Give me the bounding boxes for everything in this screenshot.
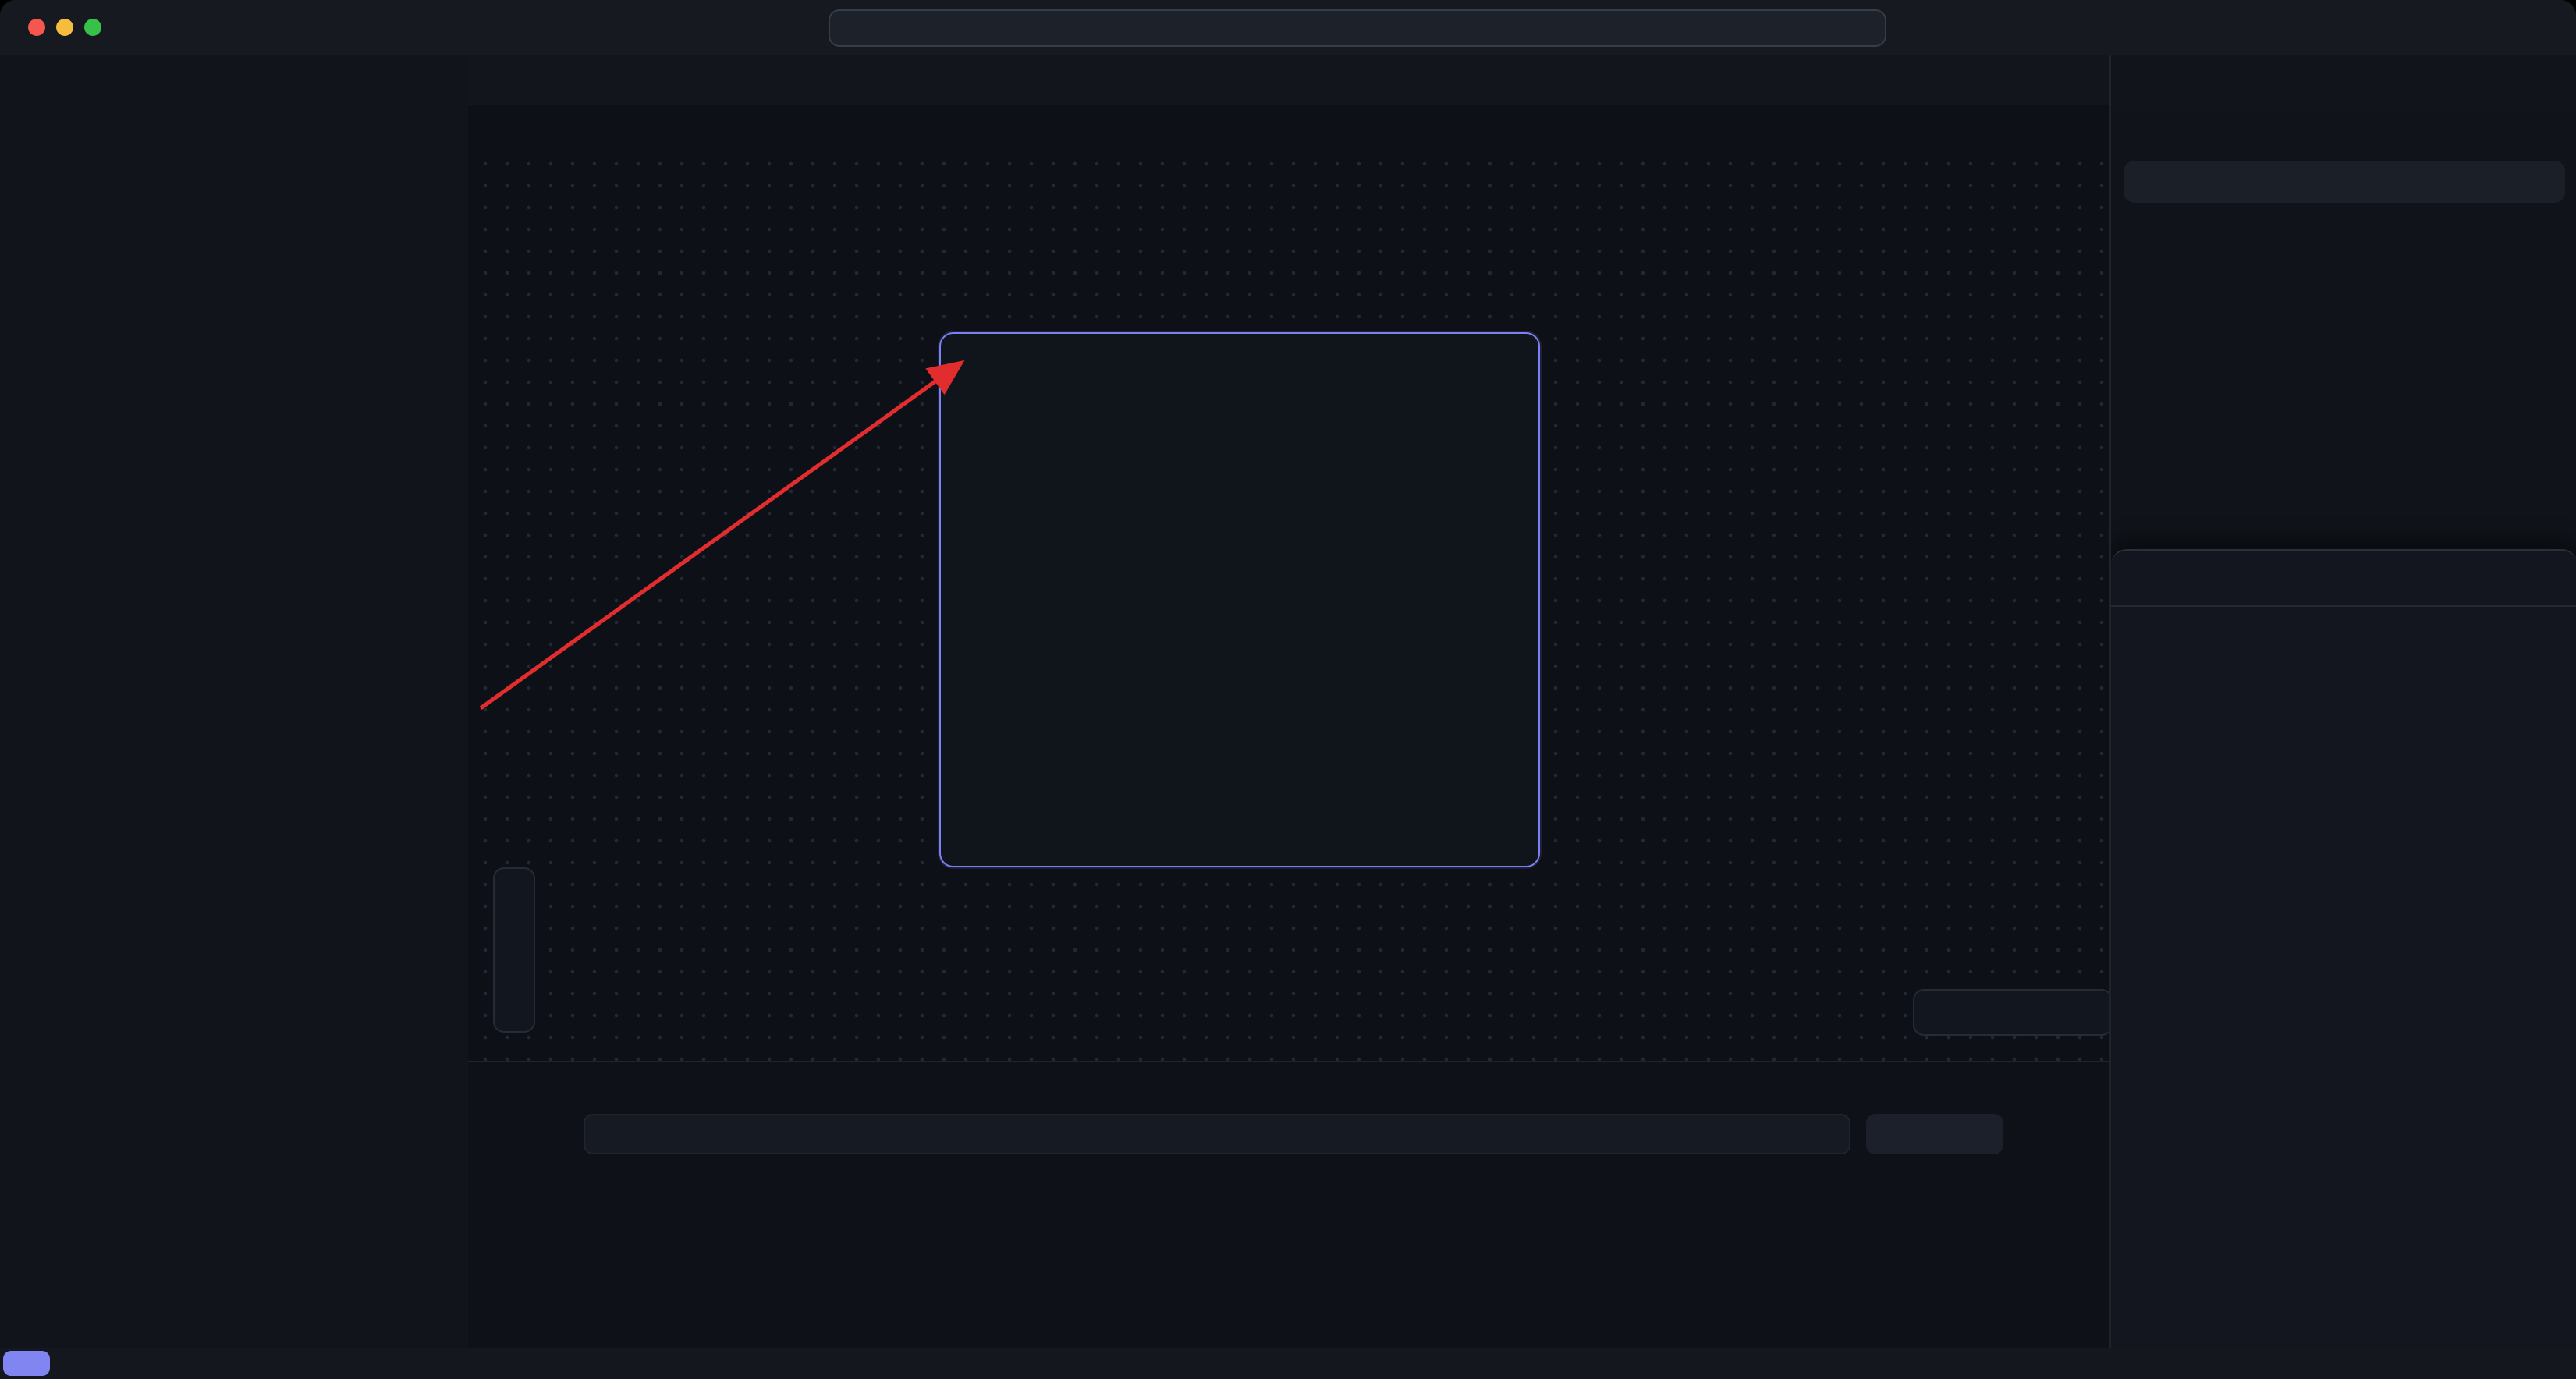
empty-state [468,1159,2109,1187]
right-panel-tab-bar [2109,55,2576,105]
flow-icon [499,1124,520,1144]
ovm-logo-icon [12,1355,30,1372]
tools-icon [2130,561,2164,595]
window-title-search[interactable] [829,9,1886,47]
flow-canvas[interactable] [468,147,2109,1061]
canvas-zoom-controls [493,867,535,1033]
ovm-status-button[interactable] [3,1351,50,1376]
window-minimize-button[interactable] [56,19,73,36]
problems-status[interactable] [147,1353,215,1374]
flow-node-advanced-flow[interactable] [939,332,1540,867]
bell-icon[interactable] [2537,1353,2557,1374]
log-list-icon[interactable] [545,1122,568,1146]
system-blocks-sheet [2111,549,2576,1348]
filter-logs-input[interactable] [584,1114,1850,1154]
warning-icon [189,1353,209,1374]
forward-icon[interactable] [786,12,811,37]
panel-maximize-icon[interactable] [2013,1073,2035,1095]
layout-status-icon[interactable] [2501,1353,2521,1374]
new-toolpack-icon[interactable] [2534,119,2559,144]
bottom-panel [468,1061,2109,1349]
filter-search-icon [1576,1123,1598,1145]
robot-icon [1907,11,1935,39]
breadcrumb[interactable] [468,105,2109,147]
activity-bar [0,55,470,105]
back-icon[interactable] [740,12,765,37]
window-maximize-button[interactable] [84,19,101,36]
events-dropdown[interactable] [1866,1114,2003,1154]
chevron-down-icon [1939,17,1955,33]
workflow-selector[interactable] [499,1124,529,1144]
git-branch-status[interactable] [72,1353,125,1374]
flow-icon [1278,1165,1300,1187]
toolpack-search[interactable] [2124,161,2565,203]
editor-tab-bar [468,55,2109,105]
info-icon[interactable] [2535,566,2559,590]
titlebar [0,0,2576,55]
export-logs-icon[interactable] [2058,1122,2081,1146]
panel-close-icon[interactable] [2060,1073,2081,1095]
clear-logs-icon[interactable] [2019,1122,2042,1146]
cloud-upload-icon [105,1353,125,1374]
toolpack-search-input[interactable] [2170,169,2549,194]
chevron-down-icon [1946,1126,1963,1143]
speech-icon [1907,1124,1927,1144]
ports-status[interactable] [237,1353,264,1374]
search-icon [1343,18,1363,38]
search-icon [2139,172,2159,192]
window-close-button[interactable] [28,19,45,36]
error-icon [147,1353,167,1374]
status-bar [0,1348,2576,1379]
editor-area [468,105,2109,1348]
canvas-toolbar [1913,989,2109,1036]
toolpack-panel [2109,105,2576,1348]
branch-icon [72,1353,92,1374]
assistant-menu[interactable] [1907,11,1955,39]
explorer-sidebar [0,105,470,1348]
app-window [0,0,2576,1379]
antenna-icon [237,1353,257,1374]
